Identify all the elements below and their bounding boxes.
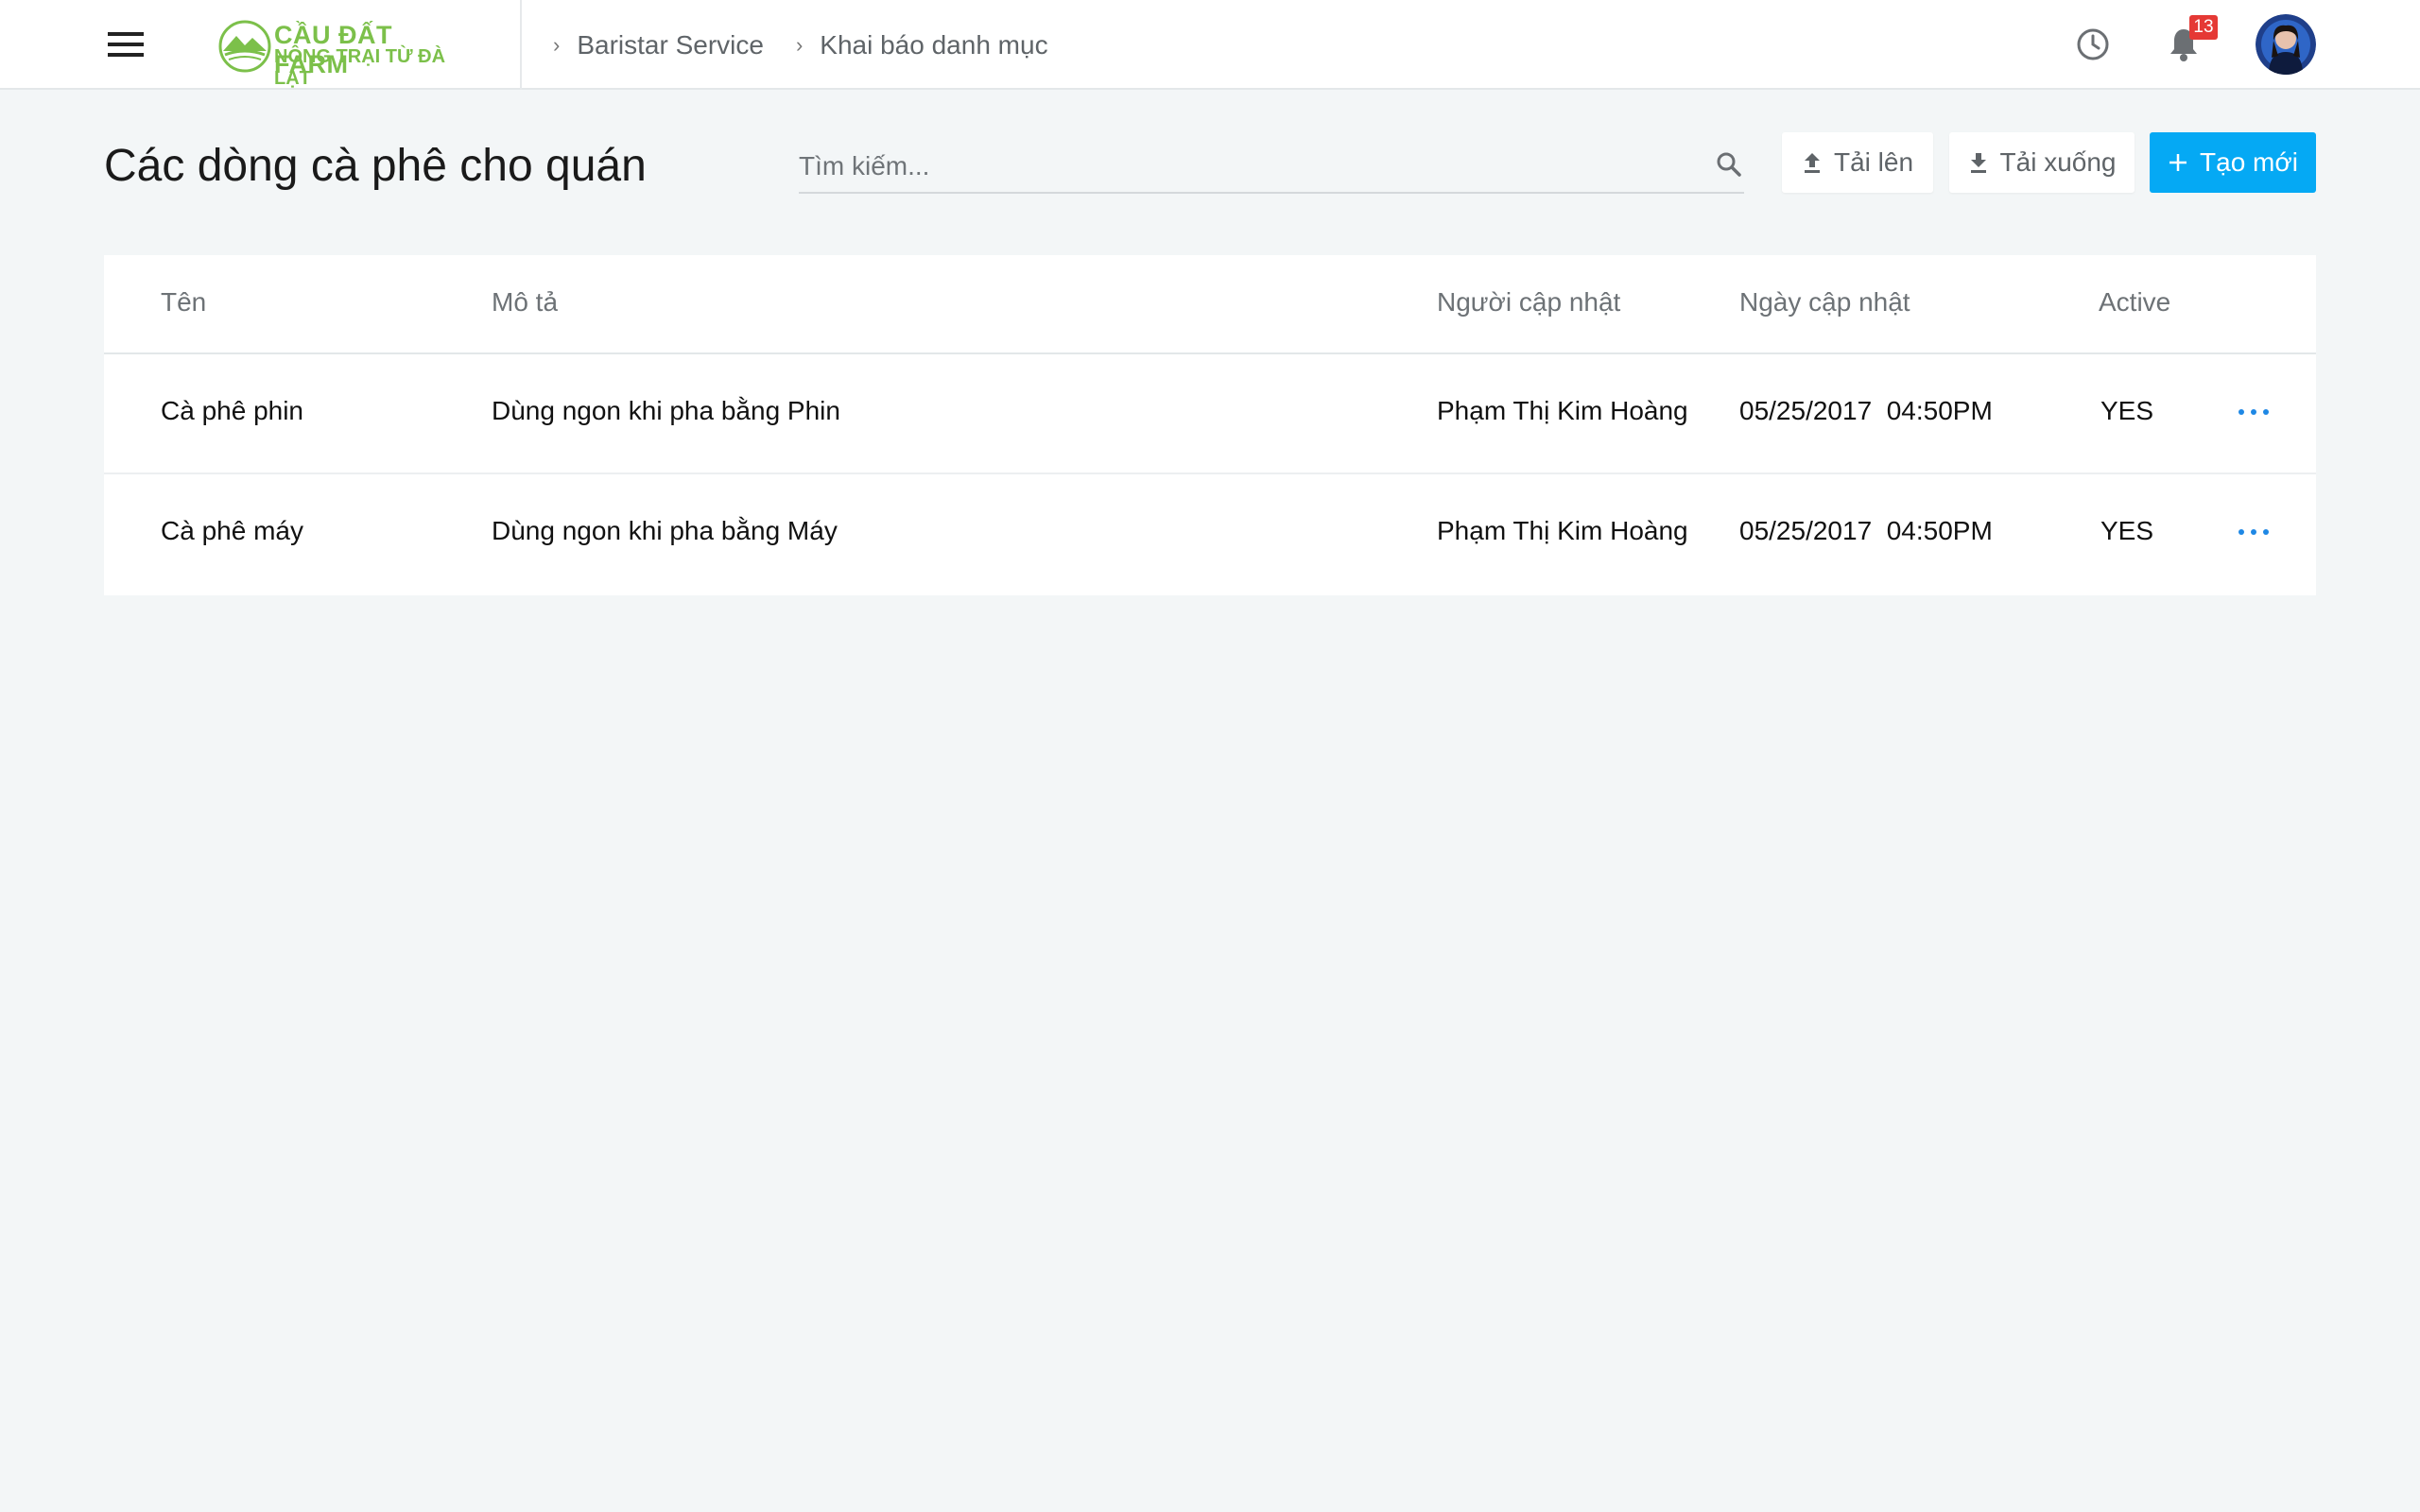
more-horizontal-icon[interactable] — [2237, 522, 2271, 544]
download-button-label: Tải xuống — [1999, 147, 2117, 177]
download-button[interactable]: Tải xuống — [1949, 132, 2135, 193]
column-header-name[interactable]: Tên — [161, 287, 206, 318]
column-header-active[interactable]: Active — [2099, 287, 2170, 318]
cell-description: Dùng ngon khi pha bằng Máy — [492, 516, 838, 545]
column-header-updated-by[interactable]: Người cập nhật — [1437, 287, 1620, 318]
chevron-right-icon: › — [795, 33, 804, 57]
logo-subtitle: NÔNG TRẠI TỪ ĐÀ LẠT — [274, 46, 446, 89]
search-input[interactable] — [799, 147, 1687, 185]
column-header-updated-at[interactable]: Ngày cập nhật — [1739, 287, 1910, 318]
cell-active: YES — [2100, 516, 2154, 545]
chevron-right-icon: › — [553, 33, 561, 57]
logo-mark-icon — [218, 20, 271, 73]
search-icon[interactable] — [1714, 149, 1744, 180]
breadcrumb: › Baristar Service › Khai báo danh mục — [553, 28, 1080, 62]
cell-description: Dùng ngon khi pha bằng Phin — [492, 396, 840, 425]
cell-name: Cà phê máy — [161, 516, 303, 545]
breadcrumb-item-baristar-service[interactable]: Baristar Service — [577, 30, 764, 60]
upload-button[interactable]: Tải lên — [1782, 132, 1933, 193]
header-divider — [520, 0, 522, 90]
notification-count-badge: 13 — [2189, 15, 2218, 40]
clock-icon[interactable] — [2076, 27, 2110, 61]
upload-icon — [1804, 153, 1820, 173]
more-horizontal-icon[interactable] — [2237, 402, 2271, 424]
download-icon — [1970, 153, 1986, 173]
cell-name: Cà phê phin — [161, 396, 304, 425]
top-bar: CẦU ĐẤT FARM NÔNG TRẠI TỪ ĐÀ LẠT › Baris… — [0, 0, 2420, 90]
table-row[interactable]: Cà phê phin Dùng ngon khi pha bằng Phin … — [104, 354, 2316, 474]
column-header-description[interactable]: Mô tả — [492, 287, 558, 318]
logo[interactable]: CẦU ĐẤT FARM NÔNG TRẠI TỪ ĐÀ LẠT — [216, 17, 461, 89]
avatar[interactable] — [2256, 14, 2316, 75]
cell-updated-by: Phạm Thị Kim Hoàng — [1437, 396, 1688, 425]
menu-icon[interactable] — [106, 30, 146, 59]
table-header: Tên Mô tả Người cập nhật Ngày cập nhật A… — [104, 255, 2316, 354]
coffee-lines-table: Tên Mô tả Người cập nhật Ngày cập nhật A… — [104, 255, 2316, 595]
create-new-button[interactable]: Tạo mới — [2150, 132, 2316, 193]
user-avatar-icon — [2256, 14, 2316, 75]
breadcrumb-item-khai-bao-danh-muc[interactable]: Khai báo danh mục — [820, 30, 1047, 60]
cell-active: YES — [2100, 396, 2154, 425]
search-bar — [799, 142, 1744, 194]
cell-updated-by: Phạm Thị Kim Hoàng — [1437, 516, 1688, 545]
cell-updated-at: 05/25/2017 04:50PM — [1739, 396, 1993, 425]
page-title: Các dòng cà phê cho quán — [104, 141, 647, 191]
create-new-button-label: Tạo mới — [2200, 147, 2298, 177]
upload-button-label: Tải lên — [1833, 147, 1914, 177]
plus-icon — [2169, 154, 2187, 171]
cell-updated-at: 05/25/2017 04:50PM — [1739, 516, 1993, 545]
table-row[interactable]: Cà phê máy Dùng ngon khi pha bằng Máy Ph… — [104, 474, 2316, 594]
